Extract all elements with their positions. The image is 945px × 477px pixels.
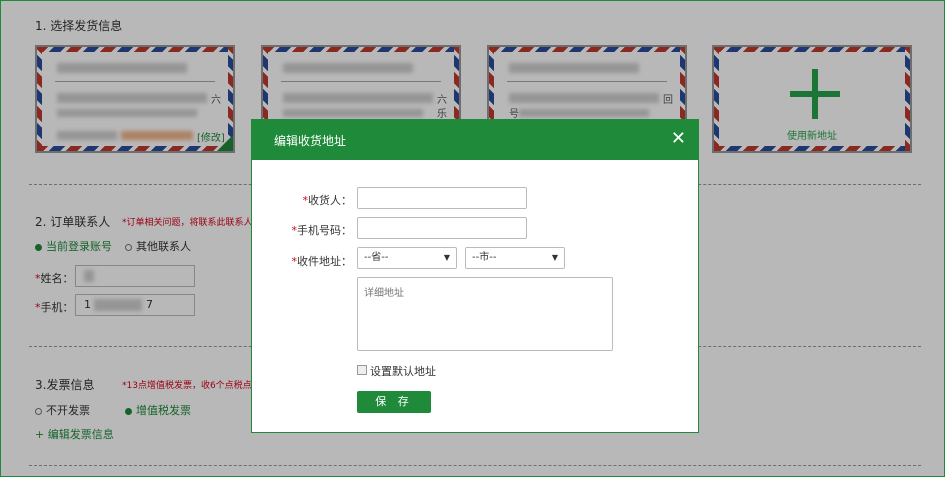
phone-number-input[interactable] <box>357 217 527 239</box>
modal-header: 编辑收货地址 ✕ <box>252 120 698 160</box>
default-address-label: 设置默认地址 <box>370 365 436 378</box>
address-label: *收件地址： <box>291 255 353 268</box>
phone-number-label: *手机号码： <box>291 224 353 237</box>
close-icon[interactable]: ✕ <box>671 128 686 149</box>
default-address-checkbox[interactable] <box>357 365 367 375</box>
receiver-label: *收货人： <box>302 194 353 207</box>
city-select[interactable]: --市-- ▼ <box>465 247 565 269</box>
province-select[interactable]: --省-- ▼ <box>357 247 457 269</box>
modal-title: 编辑收货地址 <box>274 134 347 148</box>
save-button[interactable]: 保 存 <box>357 391 431 413</box>
dropdown-arrow-icon: ▼ <box>551 253 558 262</box>
detail-address-textarea[interactable] <box>357 277 613 351</box>
receiver-input[interactable] <box>357 187 527 209</box>
edit-address-modal: 编辑收货地址 ✕ *收货人： *手机号码： *收件地址： --省-- ▼ --市-… <box>251 119 699 433</box>
dropdown-arrow-icon: ▼ <box>443 253 450 262</box>
page: 1. 选择发货信息 六 [修改] ✓ 六 乐 回 号 使用新 <box>0 0 945 477</box>
